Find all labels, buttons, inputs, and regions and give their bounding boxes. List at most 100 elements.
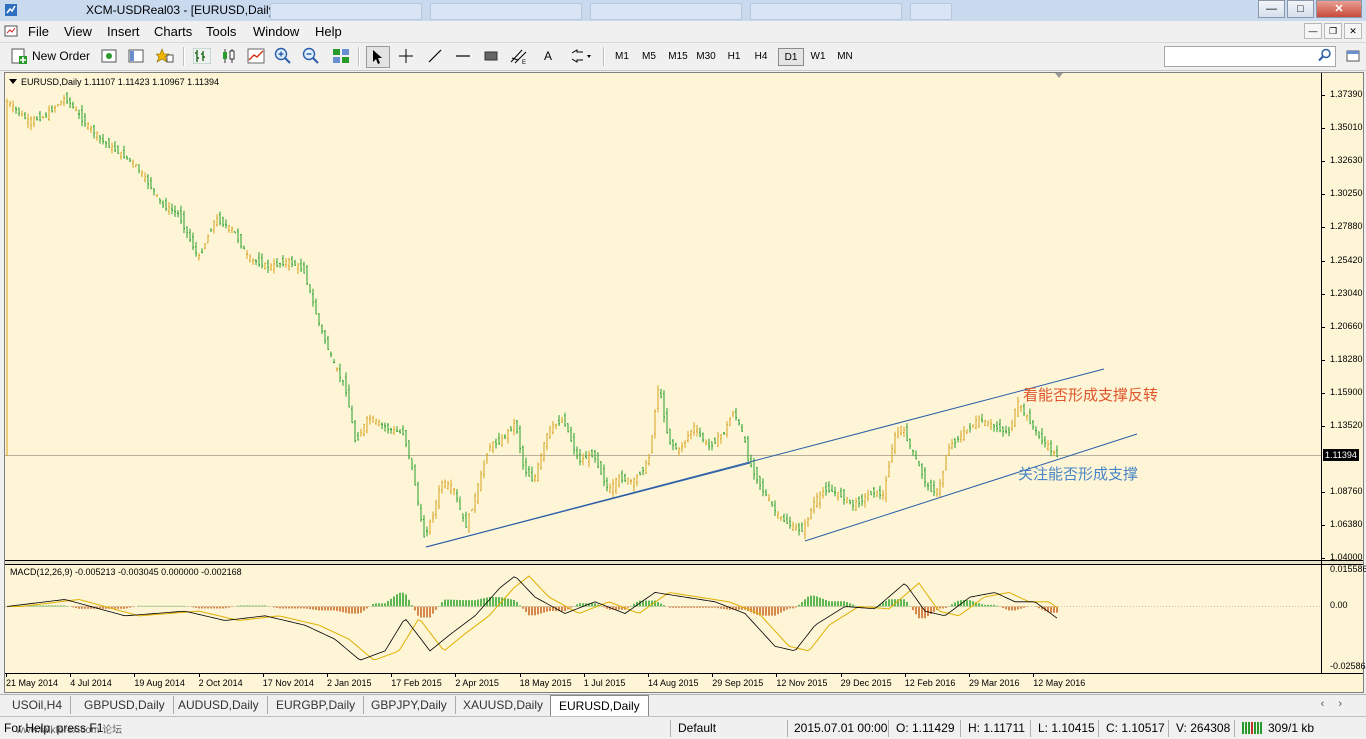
zoom-out-button[interactable] <box>300 46 322 66</box>
line-chart-button[interactable] <box>245 46 267 66</box>
price-tick <box>1321 359 1325 361</box>
time-tick <box>969 673 970 677</box>
text-tool-button[interactable]: A <box>537 46 559 66</box>
timeframe-h1[interactable]: H1 <box>722 48 746 64</box>
chart-doc-icon[interactable] <box>4 24 18 38</box>
horizontal-line-button[interactable] <box>452 46 474 66</box>
chart-tab-active[interactable]: EURUSD,Daily <box>550 695 649 716</box>
menu-file[interactable]: File <box>28 24 49 39</box>
chart-window[interactable]: EURUSD,Daily 1.11107 1.11423 1.10967 1.1… <box>4 72 1366 693</box>
search-input[interactable] <box>1164 46 1336 67</box>
menu-charts[interactable]: Charts <box>154 24 192 39</box>
annotation-lower[interactable]: 关注能否形成支撑 <box>1018 463 1138 484</box>
maximize-button[interactable]: □ <box>1287 0 1314 18</box>
trendline-tool-button[interactable] <box>424 46 446 66</box>
mdi-minimize-button[interactable]: — <box>1304 23 1322 39</box>
new-order-button[interactable]: New Order <box>10 46 92 66</box>
expert-icon <box>101 49 117 63</box>
new-order-icon <box>11 48 27 64</box>
chart-tab[interactable]: USOil,H4 <box>4 696 72 714</box>
new-order-label: New Order <box>32 49 91 63</box>
background-window-tab[interactable] <box>590 3 742 20</box>
macd-indicator[interactable] <box>5 563 1321 673</box>
background-window-tab[interactable] <box>270 3 422 20</box>
menu-view[interactable]: View <box>64 24 92 39</box>
close-button[interactable]: ✕ <box>1316 0 1362 18</box>
price-tick <box>1321 392 1325 394</box>
mdi-restore-button[interactable]: ❐ <box>1324 23 1342 39</box>
expert-advisors-button[interactable] <box>99 46 119 66</box>
toolbar-separator <box>603 47 605 66</box>
time-tick-label: 2 Jan 2015 <box>327 678 372 688</box>
arrows-tool-button[interactable] <box>566 46 596 66</box>
svg-text:E: E <box>522 60 526 64</box>
window-title: XCM-USDReal03 - [EURUSD,Daily] <box>86 3 279 17</box>
connection-bars-icon[interactable] <box>1241 721 1265 735</box>
chart-tab[interactable]: GBPJPY,Daily <box>363 696 456 714</box>
menu-insert[interactable]: Insert <box>107 24 140 39</box>
timeframe-m5[interactable]: M5 <box>637 48 661 64</box>
cursor-icon <box>373 50 382 64</box>
background-window-tab[interactable] <box>910 3 952 20</box>
chart-tab[interactable]: GBPUSD,Daily <box>76 696 174 714</box>
chart-menu-arrow-icon[interactable] <box>9 79 17 85</box>
timeframe-d1[interactable]: D1 <box>778 48 804 66</box>
favorites-button[interactable] <box>154 46 176 66</box>
chart-tab[interactable]: EURGBP,Daily <box>268 696 365 714</box>
menu-help[interactable]: Help <box>315 24 342 39</box>
timeframe-m1[interactable]: M1 <box>610 48 634 64</box>
rectangle-tool-button[interactable] <box>480 46 502 66</box>
chart-shift-marker-icon[interactable] <box>1055 73 1063 79</box>
bar-chart-button[interactable] <box>191 46 213 66</box>
time-tick-label: 4 Jul 2014 <box>70 678 112 688</box>
menu-window[interactable]: Window <box>253 24 299 39</box>
timeframe-w1[interactable]: W1 <box>806 48 830 64</box>
price-tick-label: 1.30250 <box>1330 188 1363 198</box>
chart-header: EURUSD,Daily 1.11107 1.11423 1.10967 1.1… <box>21 77 219 87</box>
tile-windows-button[interactable] <box>330 46 352 66</box>
chart-tab[interactable]: XAUUSD,Daily <box>455 696 553 714</box>
timeframe-h4[interactable]: H4 <box>749 48 773 64</box>
background-window-tab[interactable] <box>430 3 582 20</box>
bar-chart-icon <box>193 48 211 64</box>
macd-tick-label: -0.025864 <box>1330 661 1366 671</box>
timeframe-mn[interactable]: MN <box>833 48 857 64</box>
trendline-icon <box>428 49 442 63</box>
search-icon[interactable] <box>1318 48 1332 62</box>
price-chart[interactable] <box>5 73 1321 561</box>
tab-scroll-arrows[interactable]: ‹› <box>1321 698 1356 710</box>
price-tick-label: 1.04000 <box>1330 552 1363 562</box>
price-tick-label: 1.15900 <box>1330 386 1363 397</box>
menu-tools[interactable]: Tools <box>206 24 236 39</box>
crosshair-button[interactable] <box>395 46 417 66</box>
price-tick <box>1321 326 1325 328</box>
channel-tool-button[interactable]: E <box>508 46 530 66</box>
zoom-in-button[interactable] <box>272 46 294 66</box>
time-tick <box>648 673 649 677</box>
minimize-button[interactable]: — <box>1258 0 1285 18</box>
timeframe-m30[interactable]: M30 <box>693 48 719 64</box>
timeframe-m15[interactable]: M15 <box>665 48 691 64</box>
title-bar: XCM-USDReal03 - [EURUSD,Daily] — □ ✕ <box>0 0 1366 22</box>
status-traffic: 309/1 kb <box>1268 721 1315 735</box>
chart-tab[interactable]: AUDUSD,Daily <box>170 696 268 714</box>
price-tick-label: 1.20660 <box>1330 320 1363 331</box>
mdi-close-button[interactable]: ✕ <box>1344 23 1362 39</box>
price-tick-label: 1.08760 <box>1330 485 1363 496</box>
macd-tick-label: 0.00 <box>1330 600 1348 611</box>
terminal-icon[interactable] <box>1346 49 1360 63</box>
cursor-tool-button[interactable] <box>366 46 390 68</box>
price-tick <box>1321 260 1325 262</box>
annotation-upper[interactable]: 看能否形成支撑反转 <box>1023 384 1158 405</box>
time-tick <box>455 673 457 677</box>
time-tick <box>262 673 264 677</box>
time-tick-label: 29 Dec 2015 <box>840 678 892 688</box>
price-tick-label: 1.35010 <box>1330 122 1363 132</box>
background-window-tab[interactable] <box>750 3 902 20</box>
status-open: O: 1.11429 <box>896 721 955 735</box>
price-tick <box>1321 524 1325 526</box>
navigator-button[interactable] <box>126 46 146 66</box>
candlestick-button[interactable] <box>218 46 240 66</box>
time-tick-label: 12 Feb 2016 <box>904 678 956 688</box>
price-tick-label: 1.27880 <box>1330 220 1363 231</box>
